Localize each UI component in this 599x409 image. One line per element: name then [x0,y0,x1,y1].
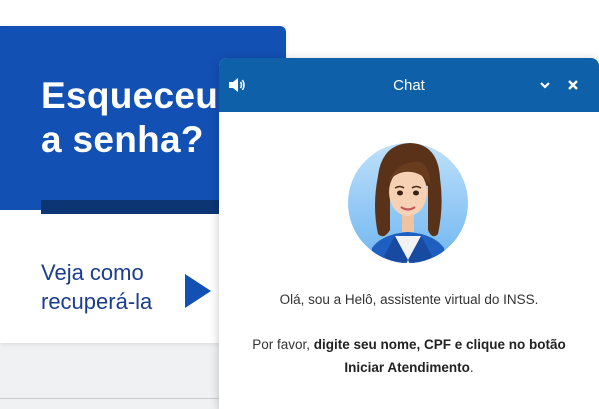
chat-header: Chat [219,58,599,112]
chat-window: Chat Olá, sou a Helô, assistente virtual… [219,58,599,409]
instruction-bold-1: digite seu nome, CPF e clique no botão [313,337,566,352]
greeting-message: Olá, sou a Helô, assistente virtual do I… [279,292,539,307]
instruction-bold-2: Iniciar Atendimento [344,360,470,375]
instruction-suffix: . [469,360,474,375]
close-icon[interactable] [563,75,583,95]
recover-password-link[interactable]: Veja como recuperá-la [41,258,152,316]
promo-title: Esqueceu a senha? [41,75,219,160]
instruction-prefix: Por favor, [252,337,314,352]
play-arrow-icon[interactable] [185,274,211,308]
chevron-down-icon[interactable] [535,75,555,95]
assistant-avatar [348,143,468,263]
instruction-message: Por favor, digite seu nome, CPF e clique… [219,333,599,379]
